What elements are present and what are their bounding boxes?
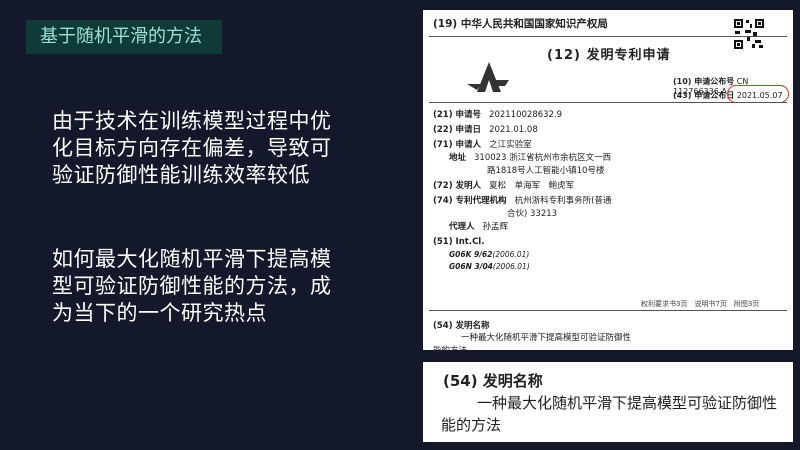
applicant: (71) 申请人 之江实验室 (433, 140, 532, 150)
application-number: (21) 申请号 202110028632.9 (433, 110, 563, 120)
header-divider (429, 36, 787, 37)
invention-name: 一种最大化随机平滑下提高模型可验证防御性能的方法 (433, 333, 632, 356)
address-line1: 地址 310023 浙江省杭州市余杭区文一西 (449, 153, 612, 163)
patent-agency: (74) 专利代理机构 杭州浙科专利事务所(普通 (433, 196, 612, 206)
address-line2: 路1818号人工智能小镇10号楼 (487, 166, 605, 176)
ipc-classification-2: G06N 3/04(2006.01) (449, 262, 530, 271)
paragraph-problem: 由于技术在训练模型过程中优化目标方向存在偏差，导致可验证防御性能训练效率较低 (52, 109, 332, 187)
patent-office-logo-icon (467, 62, 509, 92)
zoom-invention-label: (54) 发明名称 (443, 372, 543, 390)
patent-agency-line2: 合伙) 33213 (507, 209, 558, 219)
publication-date-highlight (727, 85, 789, 103)
invention-name-label: (54) 发明名称 (433, 321, 490, 331)
footer-divider (429, 310, 787, 311)
patent-office-name: (19) 中华人民共和国国家知识产权局 (433, 18, 608, 30)
zoom-invention-name: 一种最大化随机平滑下提高模型可验证防御性能的方法 (441, 394, 778, 434)
patent-document-image: (19) 中华人民共和国国家知识产权局 (12) 发明专利申请 (10) 申请公… (423, 10, 793, 356)
paragraph-goal: 如何最大化随机平滑下提高模型可验证防御性能的方法，成为当下的一个研究热点 (52, 247, 332, 325)
invention-name-zoom-panel: (54) 发明名称 一种最大化随机平滑下提高模型可验证防御性能的方法 (423, 362, 793, 442)
slide-title: 基于随机平滑的方法 (26, 20, 222, 54)
ipc-classification-1: G06K 9/62(2006.01) (449, 250, 530, 259)
agent: 代理人 孙孟辉 (449, 222, 509, 232)
document-type: (12) 发明专利申请 (547, 48, 671, 63)
qr-code-icon (733, 18, 765, 50)
inventors: (72) 发明人 夏松 单海军 鲍虎军 (433, 181, 575, 191)
int-cl-label: (51) Int.Cl. (433, 237, 485, 247)
page-count-info: 权利要求书3页 说明书7页 附图3页 (641, 300, 760, 308)
section-divider (429, 102, 787, 103)
application-date: (22) 申请日 2021.01.08 (433, 125, 538, 135)
